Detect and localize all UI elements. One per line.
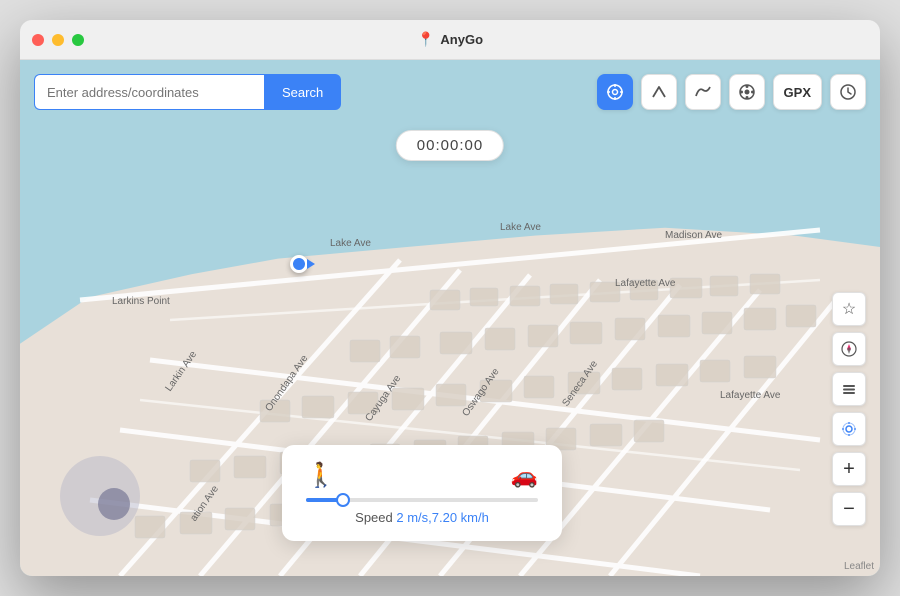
speed-value: 2 m/s,7.20 km/h	[396, 510, 488, 525]
car-icon: 🚗	[511, 463, 538, 489]
close-dot[interactable]	[32, 34, 44, 46]
speed-panel: 🚶 🚗 Speed 2 m/s,7.20 km/h	[282, 445, 562, 541]
tool-crosshair[interactable]	[597, 74, 633, 110]
tool-joystick[interactable]	[729, 74, 765, 110]
titlebar: 📍 AnyGo	[20, 20, 880, 60]
compass-button[interactable]	[832, 332, 866, 366]
fullscreen-dot[interactable]	[72, 34, 84, 46]
speed-slider-track[interactable]	[306, 498, 538, 502]
app-icon: 📍	[417, 31, 434, 48]
tool-one-stop[interactable]	[641, 74, 677, 110]
title-area: 📍 AnyGo	[417, 31, 483, 48]
timer-badge: 00:00:00	[396, 130, 504, 161]
map-container[interactable]: Lake Ave Lake Ave Madison Ave Lafayette …	[20, 60, 880, 576]
app-window: 📍 AnyGo	[20, 20, 880, 576]
search-bar[interactable]: Search	[34, 74, 341, 110]
app-title: AnyGo	[440, 32, 483, 47]
joystick-thumb	[98, 488, 130, 520]
favorites-button[interactable]: ☆	[832, 292, 866, 326]
speed-icons: 🚶 🚗	[306, 461, 538, 490]
tool-history[interactable]	[830, 74, 866, 110]
map-controls: ☆	[832, 292, 866, 526]
tool-gpx[interactable]: GPX	[773, 74, 822, 110]
layers-button[interactable]	[832, 372, 866, 406]
toolbar: GPX	[597, 74, 866, 110]
locate-button[interactable]	[832, 412, 866, 446]
leaflet-credit: Leaflet	[844, 561, 874, 572]
speed-slider-thumb	[336, 493, 350, 507]
traffic-lights	[32, 34, 84, 46]
zoom-out-button[interactable]: −	[832, 492, 866, 526]
search-input[interactable]	[34, 74, 264, 110]
speed-text: Speed 2 m/s,7.20 km/h	[306, 510, 538, 525]
location-marker	[290, 255, 308, 273]
joystick[interactable]	[60, 456, 140, 536]
search-button[interactable]: Search	[264, 74, 341, 110]
walk-icon: 🚶	[306, 461, 336, 490]
minimize-dot[interactable]	[52, 34, 64, 46]
zoom-in-button[interactable]: +	[832, 452, 866, 486]
tool-multi-stop[interactable]	[685, 74, 721, 110]
